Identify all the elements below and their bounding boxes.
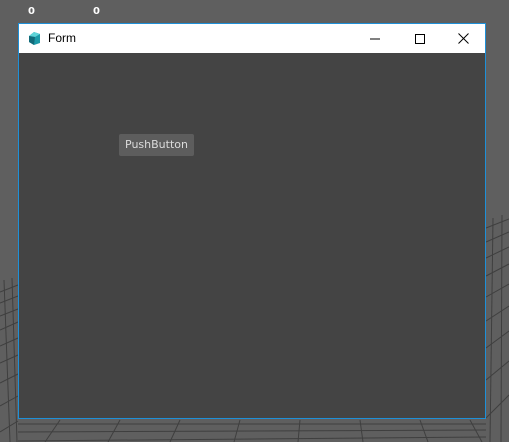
maximize-icon — [414, 33, 425, 44]
3d-viewport[interactable]: 0 0 Form PushButton — [0, 0, 509, 442]
app-icon — [29, 32, 40, 45]
close-icon — [458, 33, 469, 44]
form-client-area: PushButton — [19, 53, 485, 418]
maximize-button[interactable] — [397, 24, 442, 53]
window-title: Form — [48, 31, 76, 45]
minimize-icon — [369, 38, 380, 39]
minimize-button[interactable] — [352, 24, 397, 53]
window-titlebar[interactable]: Form — [19, 24, 485, 53]
push-button[interactable]: PushButton — [119, 134, 194, 156]
hud-value-left: 0 — [28, 6, 35, 17]
close-button[interactable] — [441, 24, 486, 53]
form-window: Form PushButton — [18, 23, 486, 419]
hud-value-right: 0 — [93, 6, 100, 17]
